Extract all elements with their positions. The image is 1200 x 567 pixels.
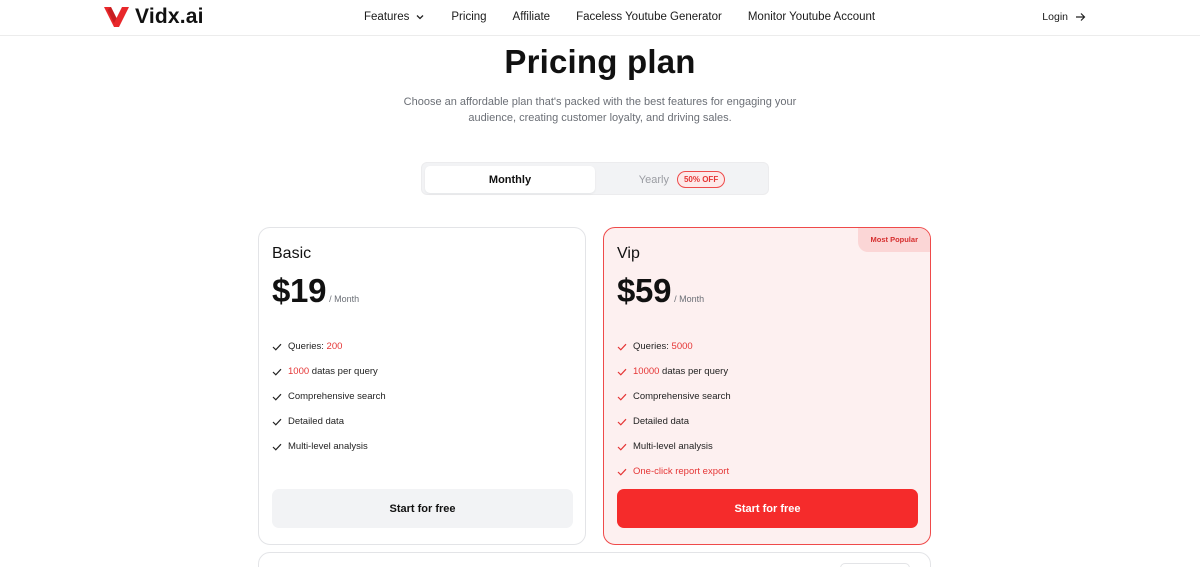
check-icon	[617, 418, 627, 426]
monthly-tab[interactable]: Monthly	[425, 166, 595, 193]
plan-card-next	[258, 552, 931, 567]
check-icon	[617, 468, 627, 476]
plan-name: Vip	[617, 245, 640, 262]
nav-item-label: Features	[364, 11, 410, 23]
plan-price: $59	[617, 272, 672, 309]
feature-text: Detailed data	[288, 416, 344, 427]
feature-text: One-click report export	[633, 466, 730, 477]
feature-prefix: Queries:	[288, 341, 327, 352]
nav-item-label: Monitor Youtube Account	[747, 11, 876, 23]
feature-item: Queries: 5000	[617, 334, 731, 359]
feature-item: Detailed data	[617, 409, 731, 434]
feature-highlight: 10000	[633, 366, 660, 377]
start-for-free-button-vip[interactable]: Start for free	[617, 489, 918, 528]
most-popular-badge: Most Popular	[858, 228, 930, 252]
feature-highlight: 5000	[671, 341, 693, 352]
feature-text: 10000 datas per query	[633, 366, 728, 377]
feature-text: Queries: 5000	[633, 341, 693, 352]
nav-item-faceless-youtube-generator[interactable]: Faceless Youtube Generator	[576, 11, 722, 23]
main-nav: Features Pricing Affiliate Faceless Yout…	[364, 11, 875, 23]
check-icon	[617, 443, 627, 451]
yearly-label: Yearly	[638, 173, 669, 186]
feature-item: One-click report export	[617, 459, 731, 484]
plan-price: $19	[272, 272, 327, 309]
feature-list: Queries: 200 1000 datas per query Compre…	[272, 334, 386, 459]
feature-text: Detailed data	[633, 416, 689, 427]
nav-item-label: Affiliate	[512, 11, 551, 23]
login-link[interactable]: Login	[1042, 11, 1086, 23]
price-row: $19 / Month	[272, 272, 359, 310]
card-next-tab	[840, 563, 910, 567]
feature-item: Comprehensive search	[617, 384, 731, 409]
feature-suffix: datas per query	[309, 366, 378, 377]
billing-toggle: Monthly Yearly 50% OFF	[421, 162, 769, 195]
feature-list: Queries: 5000 10000 datas per query Comp…	[617, 334, 731, 484]
feature-suffix: datas per query	[659, 366, 729, 377]
discount-badge: 50% OFF	[676, 171, 726, 188]
brand-logo[interactable]: Vidx.ai	[104, 6, 204, 28]
feature-text: 1000 datas per query	[288, 366, 378, 377]
nav-item-pricing[interactable]: Pricing	[451, 11, 486, 23]
feature-item: Comprehensive search	[272, 384, 386, 409]
nav-item-affiliate[interactable]: Affiliate	[513, 11, 551, 23]
nav-item-monitor-youtube-account[interactable]: Monitor Youtube Account	[748, 11, 875, 23]
arrow-right-icon	[1076, 13, 1086, 21]
login-label: Login	[1042, 11, 1068, 23]
feature-item: Detailed data	[272, 409, 386, 434]
feature-item: Queries: 200	[272, 334, 386, 359]
chevron-down-icon	[416, 15, 424, 20]
feature-item: 10000 datas per query	[617, 359, 731, 384]
vidx-logo-icon	[104, 7, 129, 27]
start-for-free-button-basic[interactable]: Start for free	[272, 489, 573, 528]
feature-text: Queries: 200	[288, 341, 342, 352]
billing-period: / Month	[674, 294, 705, 304]
feature-text: Multi-level analysis	[288, 441, 368, 452]
brand-name: Vidx.ai	[135, 5, 204, 28]
feature-text: Comprehensive search	[288, 391, 386, 402]
check-icon	[617, 368, 627, 376]
feature-highlight: 1000	[288, 366, 310, 377]
check-icon	[272, 343, 282, 351]
feature-item: Multi-level analysis	[272, 434, 386, 459]
check-icon	[272, 393, 282, 401]
check-icon	[617, 393, 627, 401]
nav-item-label: Pricing	[451, 11, 487, 23]
feature-highlight: 200	[326, 341, 343, 352]
plan-name: Basic	[272, 245, 312, 262]
check-icon	[272, 443, 282, 451]
page-subtitle: Choose an affordable plan that's packed …	[403, 96, 797, 124]
feature-text: Multi-level analysis	[633, 441, 713, 452]
check-icon	[272, 368, 282, 376]
page-title: Pricing plan	[504, 43, 696, 80]
nav-item-label: Faceless Youtube Generator	[576, 11, 722, 23]
nav-item-features[interactable]: Features	[364, 11, 425, 23]
check-icon	[272, 418, 282, 426]
feature-prefix: Queries:	[633, 341, 672, 352]
billing-period: / Month	[329, 294, 360, 304]
price-row: $59 / Month	[617, 272, 704, 310]
plan-card-vip: Most Popular Vip $59 / Month Queries: 50…	[603, 227, 931, 545]
feature-item: 1000 datas per query	[272, 359, 386, 384]
feature-text: Comprehensive search	[633, 391, 731, 402]
yearly-tab[interactable]: Yearly 50% OFF	[598, 166, 766, 193]
top-header: Vidx.ai Features Pricing Affiliate Facel…	[0, 0, 1200, 36]
plan-card-basic: Basic $19 / Month Queries: 200 1000 data…	[258, 227, 586, 545]
check-icon	[617, 343, 627, 351]
feature-item: Multi-level analysis	[617, 434, 731, 459]
